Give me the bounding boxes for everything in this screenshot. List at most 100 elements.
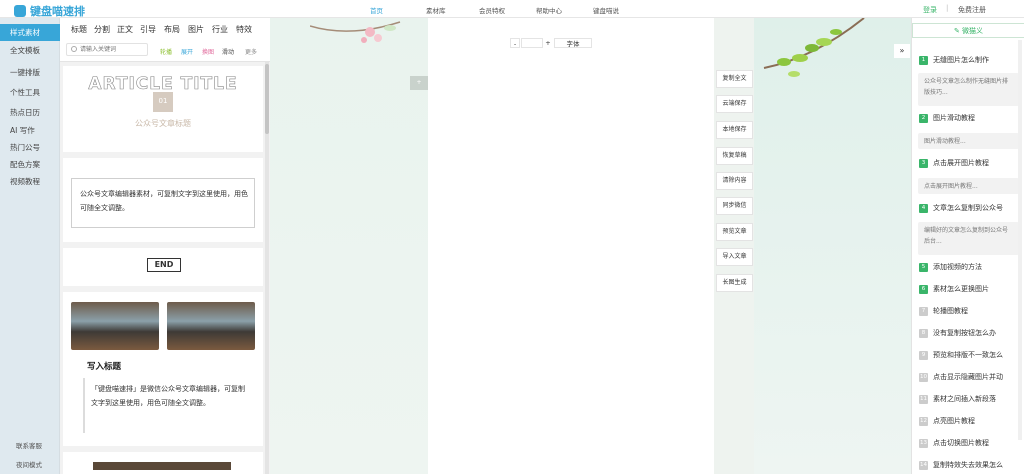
login-link[interactable]: 登录	[923, 5, 937, 15]
sidebar-item-templates[interactable]: 全文模板	[0, 42, 60, 59]
night-mode-toggle[interactable]: 夜间模式	[16, 459, 42, 469]
tab-body[interactable]: 正文	[117, 24, 133, 35]
tab-layout[interactable]: 布局	[164, 24, 180, 35]
sidebar-item-ai-writing[interactable]: AI 写作	[0, 122, 60, 139]
sidebar-item-colors[interactable]: 配色方案	[0, 156, 60, 173]
tab-industry[interactable]: 行业	[212, 24, 228, 35]
pub-title-text: 公众号文章标题	[135, 119, 191, 128]
qa-item-title[interactable]: 添加视频的方法	[933, 262, 1023, 272]
font-size-input[interactable]	[521, 38, 543, 48]
qa-number-badge: 9	[919, 351, 928, 360]
qa-number-badge: 8	[919, 329, 928, 338]
qa-answer: 点击展开图片教程...	[918, 178, 1019, 194]
qa-item-title[interactable]: 图片滑动教程	[933, 113, 1023, 123]
nav-materials[interactable]: 素材库	[426, 5, 446, 15]
filter-more[interactable]: 更多	[245, 47, 257, 56]
font-family-select[interactable]: 字体	[554, 38, 592, 48]
sidebar-item-hot-accounts[interactable]: 热门公号	[0, 139, 60, 156]
qa-item-title[interactable]: 素材之间插入新段落	[933, 394, 1023, 404]
qa-item-title[interactable]: 文章怎么复制到公众号	[933, 203, 1023, 213]
qa-scrollbar[interactable]	[1018, 40, 1022, 440]
qa-item-title[interactable]: 没有复制按钮怎么办	[933, 328, 1023, 338]
insert-tab[interactable]: +	[410, 76, 428, 90]
local-save-button[interactable]: 本地保存	[716, 121, 753, 139]
preview-article-button[interactable]: 预览文章	[716, 223, 753, 241]
editor-paper[interactable]: - + 字体	[428, 18, 714, 474]
material-card-photo[interactable]	[63, 452, 263, 474]
qa-item-title[interactable]: 点亮图片教程	[933, 416, 1023, 426]
sidebar: 样式素材 全文模板 一键排版 个性工具 热点日历 AI 写作 热门公号 配色方案…	[0, 18, 60, 474]
tab-image[interactable]: 图片	[188, 24, 204, 35]
collapse-button[interactable]: »	[894, 44, 910, 58]
tab-effects[interactable]: 特效	[236, 24, 252, 35]
text-box-body: 公众号文章编辑器素材，可复制文字到这里使用，用色可随全文调整。	[80, 190, 248, 212]
sync-wechat-button[interactable]: 同步微信	[716, 197, 753, 215]
sidebar-item-auto-layout[interactable]: 一键排版	[0, 64, 60, 81]
qa-number-badge: 12	[919, 417, 928, 426]
qa-number-badge: 10	[919, 373, 928, 382]
qa-header-label: 微猫义	[962, 27, 984, 35]
qa-panel: ✎ 微猫义 1 无缝图片怎么制作 公众号文章怎么制作无缝图片排版技巧... 2 …	[911, 18, 1024, 474]
brand-name: 键盘喵速排	[30, 5, 85, 18]
qa-item-title[interactable]: 点击切换图片教程	[933, 438, 1023, 448]
filter-swap-image[interactable]: 换图	[202, 47, 214, 56]
sidebar-item-calendar[interactable]: 热点日历	[0, 104, 60, 121]
filter-slide[interactable]: 滑动	[222, 47, 234, 56]
material-tabs: 标题 分割 正文 引导 布局 图片 行业 特效 换色 轮播 展开 换图 滑动 更…	[60, 18, 290, 62]
tab-title[interactable]: 标题	[71, 24, 87, 35]
sidebar-item-tools[interactable]: 个性工具	[0, 84, 60, 101]
sidebar-item-videos[interactable]: 视频教程	[0, 173, 60, 190]
material-card-title[interactable]: ARTICLE TITLE 01 公众号文章标题	[63, 66, 263, 152]
material-scroll-thumb[interactable]	[265, 64, 269, 134]
qa-item-title[interactable]: 复制特效失去效果怎么	[933, 460, 1023, 470]
nav-help[interactable]: 帮助中心	[536, 5, 562, 15]
qa-item-title[interactable]: 点击展开图片教程	[933, 158, 1023, 168]
tab-divider[interactable]: 分割	[94, 24, 110, 35]
font-size-decrease[interactable]: -	[510, 38, 520, 48]
nav-blog[interactable]: 键盘喵说	[593, 5, 619, 15]
qa-number-badge: 14	[919, 461, 928, 470]
search-icon	[71, 46, 77, 52]
cloud-save-button[interactable]: 云端保存	[716, 95, 753, 113]
living-room-photo	[167, 302, 255, 350]
clear-content-button[interactable]: 清除内容	[716, 172, 753, 190]
write-body-text: 「键盘喵速排」是微信公众号文章编辑器，可复制文字到这里使用，用色可随全文调整。	[91, 385, 245, 407]
filter-expand[interactable]: 展开	[181, 47, 193, 56]
material-panel: 标题 分割 正文 引导 布局 图片 行业 特效 换色 轮播 展开 换图 滑动 更…	[60, 18, 290, 474]
number-badge: 01	[153, 92, 173, 112]
blossom-decoration-icon	[310, 21, 401, 43]
contact-support-link[interactable]: 联系客服	[16, 440, 42, 450]
qa-item-title[interactable]: 无缝图片怎么制作	[933, 55, 1023, 65]
font-size-increase[interactable]: +	[544, 38, 552, 48]
register-link[interactable]: 免费注册	[958, 5, 986, 15]
top-bar: 键盘喵速排 首页 素材库 会员特权 帮助中心 键盘喵说 登录 | 免费注册	[0, 0, 1024, 18]
copy-all-button[interactable]: 复制全文	[716, 70, 753, 88]
filter-carousel[interactable]: 轮播	[160, 47, 172, 56]
account-divider: |	[946, 4, 949, 12]
qa-number-badge: 4	[919, 204, 928, 213]
search-input[interactable]	[80, 44, 146, 55]
material-card-end[interactable]: END	[63, 248, 263, 286]
sidebar-item-styles[interactable]: 样式素材	[0, 24, 60, 41]
logo[interactable]: 键盘喵速排	[14, 3, 85, 19]
qa-header[interactable]: ✎ 微猫义	[912, 23, 1024, 38]
qa-number-badge: 11	[919, 395, 928, 404]
tab-guide[interactable]: 引导	[140, 24, 156, 35]
qa-item-title[interactable]: 素材怎么更换图片	[933, 284, 1023, 294]
restore-draft-button[interactable]: 恢复草稿	[716, 147, 753, 165]
nav-vip[interactable]: 会员特权	[479, 5, 505, 15]
material-card-image-text[interactable]: 写入标题 「键盘喵速排」是微信公众号文章编辑器，可复制文字到这里使用，用色可随全…	[63, 292, 263, 446]
qa-number-badge: 13	[919, 439, 928, 448]
import-article-button[interactable]: 导入文章	[716, 248, 753, 266]
material-card-textbox[interactable]: 公众号文章编辑器素材，可复制文字到这里使用，用色可随全文调整。	[63, 158, 263, 242]
right-background	[754, 18, 912, 474]
qa-item-title[interactable]: 点击显示隐藏图片并动	[933, 372, 1023, 382]
long-image-button[interactable]: 长图生成	[716, 274, 753, 292]
nav-home[interactable]: 首页	[370, 5, 383, 15]
qa-number-badge: 5	[919, 263, 928, 272]
write-title-text: 写入标题	[87, 362, 122, 372]
qa-answer: 图片滑动教程...	[918, 133, 1019, 149]
qa-item-title[interactable]: 预览和排版不一致怎么	[933, 350, 1023, 360]
qa-number-badge: 7	[919, 307, 928, 316]
qa-item-title[interactable]: 轮播图教程	[933, 306, 1023, 316]
